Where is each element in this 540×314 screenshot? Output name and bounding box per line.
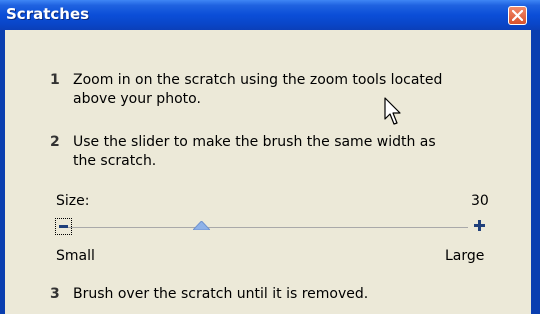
step-1-text-line1: Zoom in on the scratch using the zoom to… xyxy=(73,72,443,88)
size-max-label: Large xyxy=(445,248,485,264)
step-3-text-line1: Brush over the scratch until it is remov… xyxy=(73,286,369,302)
size-slider-track[interactable] xyxy=(68,227,468,228)
step-2-number: 2 xyxy=(50,134,60,150)
size-min-label: Small xyxy=(56,248,95,264)
dialog-title: Scratches xyxy=(6,5,90,23)
step-2-text-line2: the scratch. xyxy=(73,153,157,169)
step-1-text-line2: above your photo. xyxy=(73,91,201,107)
size-label: Size: xyxy=(56,193,90,209)
size-slider-thumb[interactable] xyxy=(193,221,210,230)
step-3-number: 3 xyxy=(50,286,60,302)
step-2-text-line1: Use the slider to make the brush the sam… xyxy=(73,134,436,150)
scratches-dialog: Scratches 1 Zoom in on the scratch using… xyxy=(0,0,540,314)
close-icon xyxy=(512,10,523,21)
window-frame-right xyxy=(531,30,540,314)
close-button[interactable] xyxy=(508,6,527,25)
plus-icon[interactable] xyxy=(473,219,486,232)
mouse-pointer-icon xyxy=(384,97,401,125)
step-1-number: 1 xyxy=(50,72,60,88)
size-value: 30 xyxy=(471,193,489,209)
title-bar[interactable]: Scratches xyxy=(0,0,540,30)
